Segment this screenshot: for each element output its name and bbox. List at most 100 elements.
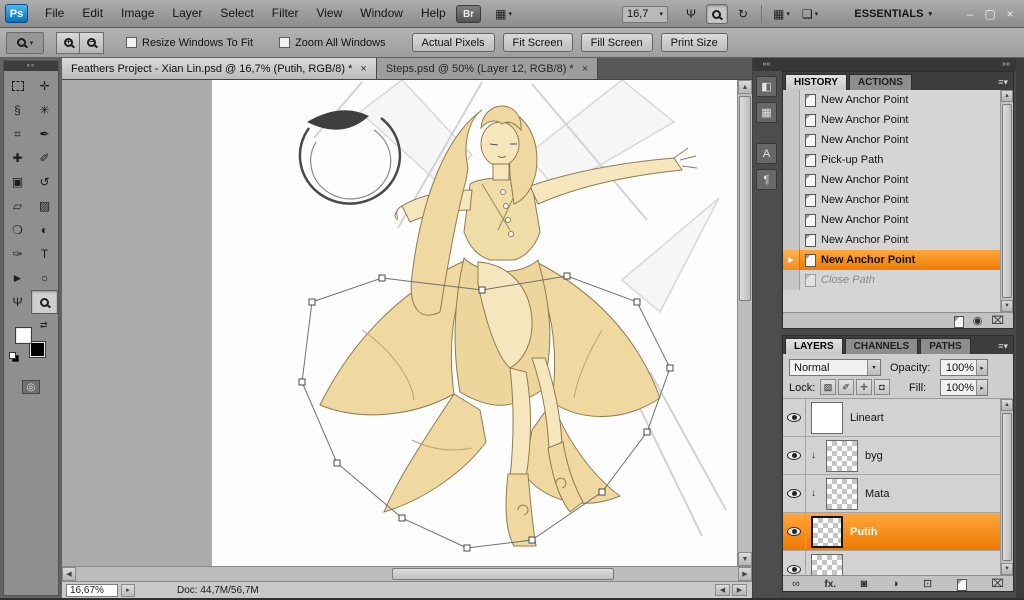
history-scrollbar[interactable]: ▲ ▼ <box>1000 90 1013 312</box>
scroll-up-button[interactable]: ▲ <box>738 80 752 94</box>
blend-mode-select[interactable]: Normal ▾ <box>789 359 881 376</box>
zoom-in-button[interactable]: + <box>56 31 80 54</box>
layers-scrollbar[interactable]: ▲ ▼ <box>1000 399 1013 575</box>
visibility-toggle[interactable] <box>783 551 806 575</box>
tab-layers[interactable]: LAYERS <box>785 338 843 354</box>
tool-preset-picker[interactable]: ▾ <box>6 31 44 54</box>
status-popup-button[interactable]: ▸ <box>121 583 135 597</box>
gradient-tool[interactable]: ▨ <box>31 194 58 218</box>
menu-layer[interactable]: Layer <box>163 0 211 27</box>
history-state-gutter[interactable] <box>783 270 800 290</box>
menu-image[interactable]: Image <box>112 0 163 27</box>
history-state-gutter[interactable] <box>783 90 800 110</box>
history-state[interactable]: Pick-up Path <box>783 150 1013 170</box>
pen-tool[interactable]: ✑ <box>4 242 31 266</box>
collapse-dock-button[interactable]: »» <box>780 58 1016 71</box>
history-state[interactable]: New Anchor Point <box>783 170 1013 190</box>
new-layer-button[interactable] <box>956 578 967 591</box>
history-state[interactable]: New Anchor Point <box>783 130 1013 150</box>
tab-actions[interactable]: ACTIONS <box>848 74 912 90</box>
clone-stamp-tool[interactable]: ▣ <box>4 170 31 194</box>
eraser-tool[interactable]: ▱ <box>4 194 31 218</box>
fill-screen-button[interactable]: Fill Screen <box>580 33 653 52</box>
layer-row[interactable]: Lineart <box>783 399 1013 437</box>
swatches-panel-button[interactable]: ▦ <box>756 102 777 123</box>
arrange-documents-button[interactable]: ▦ ▾ <box>769 4 794 24</box>
visibility-toggle[interactable] <box>783 437 806 474</box>
tab-history[interactable]: HISTORY <box>785 74 847 90</box>
zoom-tool[interactable] <box>31 290 58 314</box>
menu-select[interactable]: Select <box>211 0 262 27</box>
layer-row-selected[interactable]: Putih <box>783 513 1013 551</box>
history-state-marker[interactable]: ▶ <box>783 250 800 270</box>
lock-image-button[interactable]: ✐ <box>838 379 854 395</box>
resize-windows-checkbox[interactable] <box>126 37 137 48</box>
scroll-left-button[interactable]: ◀ <box>62 567 76 581</box>
layer-row[interactable]: ↓ Mata <box>783 475 1013 513</box>
visibility-toggle[interactable] <box>783 513 806 550</box>
document-canvas[interactable] <box>62 80 737 566</box>
tab-channels[interactable]: CHANNELS <box>844 338 919 354</box>
rotate-view-button[interactable]: ↻ <box>732 4 754 24</box>
status-zoom-field[interactable]: 16,67% <box>66 583 118 597</box>
slider-flyout-icon[interactable]: ▸ <box>976 360 987 375</box>
layer-row-partial[interactable] <box>783 551 1013 575</box>
panel-menu-icon[interactable]: ≡▾ <box>998 77 1013 90</box>
zoom-level-field[interactable]: 16,7 ▾ <box>621 5 668 23</box>
zoom-all-checkbox[interactable] <box>279 37 291 48</box>
layer-thumbnail[interactable] <box>826 439 858 472</box>
fit-screen-button[interactable]: Fit Screen <box>502 33 573 52</box>
print-size-button[interactable]: Print Size <box>660 33 728 52</box>
new-group-button[interactable]: ⊡ <box>923 579 932 590</box>
add-layer-mask-button[interactable]: ◙ <box>861 579 868 590</box>
shape-tool[interactable]: ○ <box>31 266 58 290</box>
actual-pixels-button[interactable]: Actual Pixels <box>411 33 495 52</box>
canvas-area[interactable] <box>62 80 737 566</box>
history-state-undone[interactable]: Close Path <box>783 270 1013 290</box>
eyedropper-tool[interactable]: ✒ <box>31 122 58 146</box>
history-state[interactable]: New Anchor Point <box>783 210 1013 230</box>
view-extras-button[interactable]: ▦ ▾ <box>491 4 516 24</box>
layer-row[interactable]: ↓ byg <box>783 437 1013 475</box>
rectangular-marquee-tool[interactable] <box>4 74 31 98</box>
healing-brush-tool[interactable]: ✚ <box>4 146 31 170</box>
layer-thumbnail[interactable] <box>811 553 843 575</box>
close-tab-icon[interactable]: × <box>582 63 588 75</box>
history-state-gutter[interactable] <box>783 110 800 130</box>
scroll-down-button[interactable]: ▼ <box>1001 300 1013 312</box>
opacity-field[interactable]: 100% ▸ <box>940 359 988 376</box>
zoom-tool-button[interactable] <box>705 4 728 24</box>
foreground-color-swatch[interactable] <box>15 327 32 344</box>
history-state-gutter[interactable] <box>783 230 800 250</box>
new-document-from-state-button[interactable] <box>953 315 964 328</box>
vertical-scrollbar[interactable]: ▲ ▼ <box>737 80 752 566</box>
swap-colors-icon[interactable]: ⇄ <box>40 320 48 331</box>
screen-mode-button[interactable]: ❏ ▾ <box>798 4 822 24</box>
history-state[interactable]: New Anchor Point <box>783 90 1013 110</box>
history-state[interactable]: New Anchor Point <box>783 190 1013 210</box>
lock-all-button[interactable]: ◘ <box>874 379 890 395</box>
panel-menu-icon[interactable]: ≡▾ <box>998 341 1013 354</box>
horizontal-scrollbar[interactable]: ◀ ▶ <box>62 566 752 581</box>
history-state-gutter[interactable] <box>783 190 800 210</box>
document-tab-inactive[interactable]: Steps.psd @ 50% (Layer 12, RGB/8) * × <box>376 58 599 79</box>
visibility-toggle[interactable] <box>783 475 806 512</box>
scroll-right-button[interactable]: ▶ <box>738 567 752 581</box>
crop-tool[interactable]: ⌗ <box>4 122 31 146</box>
close-button[interactable]: × <box>1000 5 1020 23</box>
scroll-right-button[interactable]: ▶ <box>732 584 747 596</box>
hand-tool-button[interactable]: Ψ <box>680 4 702 24</box>
expand-dock-button[interactable]: «« <box>753 58 780 71</box>
scroll-up-button[interactable]: ▲ <box>1001 399 1013 411</box>
scroll-down-button[interactable]: ▼ <box>1001 563 1013 575</box>
menu-window[interactable]: Window <box>351 0 412 27</box>
zoom-out-button[interactable]: − <box>80 31 104 54</box>
tab-paths[interactable]: PATHS <box>920 338 971 354</box>
delete-layer-button[interactable]: ⌧ <box>991 579 1004 590</box>
history-brush-tool[interactable]: ↺ <box>31 170 58 194</box>
scroll-thumb[interactable] <box>1002 413 1012 561</box>
brush-tool[interactable]: ✐ <box>31 146 58 170</box>
close-tab-icon[interactable]: × <box>360 63 366 75</box>
scroll-thumb[interactable] <box>1002 104 1012 298</box>
layer-thumbnail[interactable] <box>826 477 858 510</box>
